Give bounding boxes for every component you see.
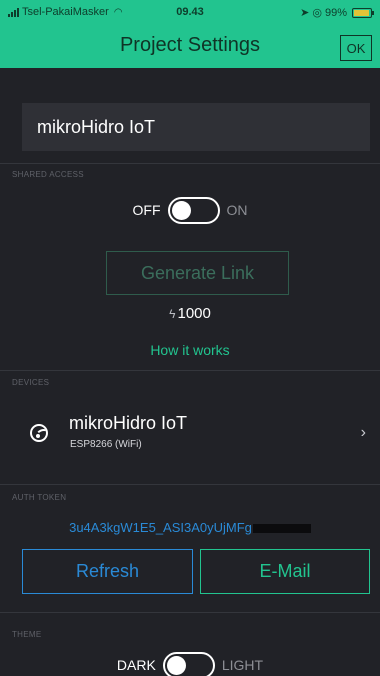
theme-light-label: LIGHT [221, 657, 264, 673]
espressif-icon [30, 424, 48, 442]
divider [0, 163, 380, 164]
devices-label: DEVICES [12, 378, 50, 387]
how-it-works-link[interactable]: How it works [0, 342, 380, 358]
auth-token-text: 3u4A3kgW1E5_ASI3A0yUjMFg [69, 520, 252, 535]
shared-access-toggle[interactable] [167, 196, 220, 224]
auth-token-label: AUTH TOKEN [12, 493, 67, 502]
ok-button[interactable]: OK [340, 35, 372, 61]
divider [0, 484, 380, 485]
chevron-right-icon: › [360, 424, 366, 441]
toggle-off-label: OFF [132, 202, 161, 218]
token-redaction [252, 524, 311, 534]
theme-toggle[interactable] [162, 651, 215, 676]
battery-charging-icon [352, 7, 374, 18]
toggle-knob [171, 200, 191, 220]
divider [0, 612, 380, 613]
status-bar: Tsel-PakaiMasker ◠ 09.43 ➤ ◎ 99% [0, 0, 380, 24]
toggle-knob [166, 655, 186, 675]
shared-access-label: SHARED ACCESS [12, 170, 84, 179]
device-list-item[interactable]: mikroHidro IoT ESP8266 (WiFi) › [0, 405, 380, 465]
energy-value: 1000 [177, 305, 211, 322]
device-type: ESP8266 (WiFi) [70, 439, 142, 450]
theme-toggle-row: DARK LIGHT [0, 651, 380, 676]
toggle-on-label: ON [226, 202, 248, 218]
theme-label: THEME [12, 630, 42, 639]
theme-dark-label: DARK [116, 657, 156, 673]
refresh-button[interactable]: Refresh [22, 549, 193, 594]
alarm-icon: ◎ [312, 7, 322, 19]
energy-cost: ϟ 1000 [0, 305, 380, 322]
generate-link-button[interactable]: Generate Link [106, 251, 289, 295]
location-arrow-icon: ➤ [300, 7, 310, 19]
divider [0, 370, 380, 371]
email-button[interactable]: E-Mail [200, 549, 370, 594]
shared-access-toggle-row: OFF ON [0, 196, 380, 224]
project-name-field[interactable]: mikroHidro IoT [22, 103, 370, 151]
page-title: Project Settings [119, 34, 261, 56]
bolt-icon: ϟ [169, 307, 176, 321]
device-name: mikroHidro IoT [69, 413, 188, 433]
auth-token-value[interactable]: 3u4A3kgW1E5_ASI3A0yUjMFg [0, 520, 380, 535]
header-bar: Tsel-PakaiMasker ◠ 09.43 ➤ ◎ 99% Project… [0, 0, 380, 68]
battery-percent: 99% [324, 6, 347, 19]
